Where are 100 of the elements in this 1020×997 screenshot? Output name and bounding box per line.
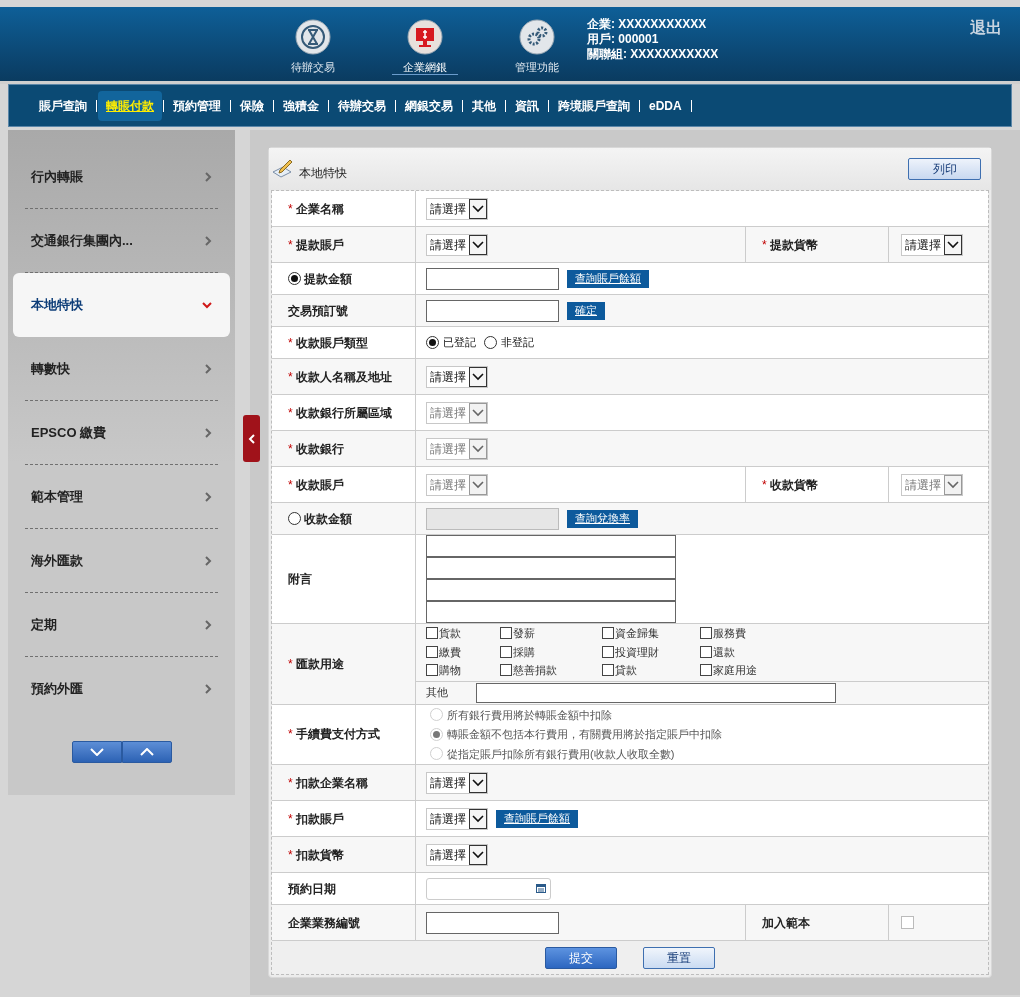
sidebar-item[interactable]: 行內轉賬 — [25, 145, 218, 209]
field-label: 提款貨幣 — [769, 236, 818, 254]
nav-tab[interactable]: 跨境賬戶查詢 — [550, 90, 638, 121]
input-field[interactable] — [426, 911, 559, 934]
query-button[interactable]: 查詢賬戶餘額 — [496, 809, 578, 828]
reset-button[interactable]: 重置 — [643, 946, 715, 969]
input-field[interactable] — [426, 535, 676, 557]
dropdown[interactable]: 請選擇 — [901, 233, 963, 256]
gears-icon — [519, 19, 555, 55]
required-mark: * — [762, 236, 767, 254]
dropdown[interactable]: 請選擇 — [426, 233, 488, 256]
field-label: 附言 — [288, 571, 312, 588]
scroll-down-button[interactable] — [71, 741, 122, 763]
dropdown[interactable]: 請選擇 — [426, 807, 488, 830]
sidebar-item-label: 範本管理 — [31, 487, 84, 506]
input-field[interactable] — [426, 601, 676, 623]
input-field[interactable] — [476, 682, 836, 703]
input-field[interactable] — [426, 299, 559, 322]
app-button[interactable]: 待辦交易 — [280, 19, 346, 75]
chevron-up-icon — [139, 748, 154, 756]
checkbox-label: 貨款 — [439, 626, 461, 641]
nav-tab[interactable]: 預約管理 — [165, 90, 229, 121]
dropdown[interactable]: 請選擇 — [426, 843, 488, 866]
field-label: 提款賬戶 — [295, 236, 344, 254]
checkbox-label: 還款 — [713, 644, 735, 660]
sidebar-item[interactable]: 範本管理 — [25, 465, 218, 529]
checkbox-label: 貸款 — [615, 663, 637, 678]
checkbox[interactable] — [700, 645, 712, 658]
date-field[interactable] — [426, 877, 551, 900]
checkbox[interactable] — [602, 664, 614, 677]
logout-link[interactable]: 退出 — [970, 16, 1002, 40]
nav-tab[interactable]: eDDA — [641, 90, 690, 121]
required-mark: * — [288, 810, 293, 828]
required-mark: * — [762, 476, 767, 494]
checkbox[interactable] — [901, 916, 914, 929]
radio-button[interactable] — [288, 512, 301, 525]
checkbox-label: 服務費 — [713, 626, 746, 641]
scroll-up-button[interactable] — [121, 741, 172, 763]
nav-tab[interactable]: 強積金 — [275, 90, 327, 121]
field-label: 收款人名稱及地址 — [295, 368, 392, 386]
chevron-right-icon — [205, 619, 212, 630]
checkbox[interactable] — [602, 645, 614, 658]
required-mark: * — [288, 236, 293, 254]
chevron-down-icon — [472, 480, 484, 489]
checkbox[interactable] — [426, 645, 438, 658]
nav-tab[interactable]: 其他 — [464, 90, 504, 121]
sidebar-item[interactable]: 本地特快 — [13, 273, 230, 337]
checkbox-label: 繳費 — [439, 644, 461, 660]
sidebar-item-label: 定期 — [31, 615, 58, 634]
input-field[interactable] — [426, 267, 559, 290]
sidebar-item-label: 預約外匯 — [31, 680, 84, 699]
sidebar-item[interactable]: EPSCO 繳費 — [25, 401, 218, 465]
dropdown[interactable]: 請選擇 — [426, 365, 488, 388]
required-mark: * — [288, 404, 293, 422]
sidebar-item[interactable]: 海外匯款 — [25, 529, 218, 593]
checkbox[interactable] — [700, 664, 712, 677]
query-button[interactable]: 確定 — [567, 301, 605, 320]
submit-button[interactable]: 提交 — [545, 946, 617, 969]
nav-tab[interactable]: 賬戶查詢 — [31, 90, 95, 121]
checkbox[interactable] — [700, 627, 712, 640]
checkbox[interactable] — [500, 664, 512, 677]
app-button[interactable]: 企業網銀 — [392, 19, 458, 75]
field-label: 收款賬戶 — [295, 476, 344, 494]
input-field[interactable] — [426, 579, 676, 601]
dropdown[interactable]: 請選擇 — [426, 771, 488, 794]
nav-tab[interactable]: 網銀交易 — [397, 90, 461, 121]
required-mark: * — [288, 334, 293, 352]
print-button[interactable]: 列印 — [908, 158, 981, 180]
sidebar-item[interactable]: 定期 — [25, 593, 218, 657]
checkbox[interactable] — [426, 627, 438, 640]
nav-tab[interactable]: 待辦交易 — [330, 90, 394, 121]
chevron-right-icon — [205, 171, 212, 182]
field-label: 收款銀行 — [295, 440, 344, 458]
app-button[interactable]: 管理功能 — [504, 19, 570, 75]
user-info-text: 用戶: 000001 — [587, 32, 660, 47]
query-button[interactable]: 查詢賬戶餘額 — [567, 269, 649, 288]
sidebar-item[interactable]: 轉數快 — [25, 337, 218, 401]
field-label: 扣款貨幣 — [295, 846, 344, 864]
radio-button[interactable] — [484, 336, 497, 349]
dropdown[interactable]: 請選擇 — [426, 197, 488, 220]
chevron-down-icon — [472, 850, 484, 859]
required-mark: * — [288, 368, 293, 386]
required-mark: * — [288, 655, 293, 673]
query-button[interactable]: 查詢兌換率 — [567, 509, 638, 528]
nav-tab[interactable]: 保險 — [232, 90, 272, 121]
checkbox[interactable] — [500, 645, 512, 658]
chevron-down-icon — [947, 480, 959, 489]
radio-button[interactable] — [426, 336, 439, 349]
user-info-text: 關聯組: XXXXXXXXXXX — [587, 47, 719, 62]
checkbox[interactable] — [602, 627, 614, 640]
sidebar-item[interactable]: 預約外匯 — [25, 657, 218, 721]
collapse-sidebar-tab[interactable] — [243, 415, 260, 462]
input-field[interactable] — [426, 557, 676, 579]
radio-button[interactable] — [288, 272, 301, 285]
chevron-down-icon — [472, 778, 484, 787]
nav-tab[interactable]: 資訊 — [507, 90, 547, 121]
field-label: 交易預訂號 — [288, 302, 348, 320]
checkbox[interactable] — [500, 627, 512, 640]
checkbox[interactable] — [426, 664, 438, 677]
nav-tab[interactable]: 轉賬付款 — [98, 90, 162, 121]
